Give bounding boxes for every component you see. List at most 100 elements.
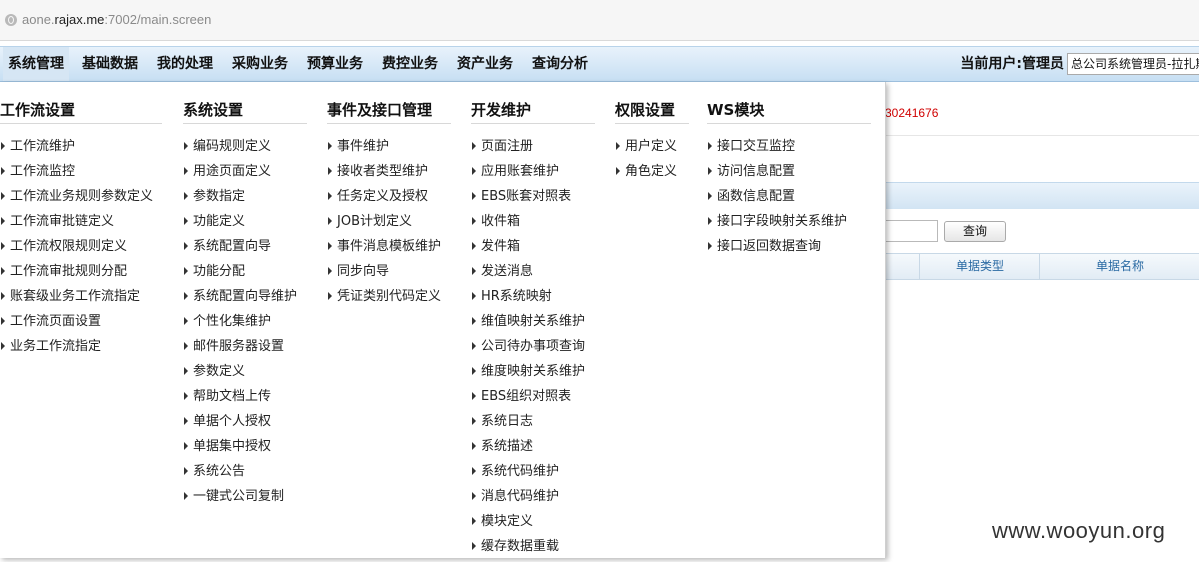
- menu-link[interactable]: 接口返回数据查询: [707, 237, 847, 262]
- caret-right-icon: [708, 242, 712, 250]
- menu-link[interactable]: 接口字段映射关系维护: [707, 212, 847, 237]
- menu-link[interactable]: 参数指定: [183, 187, 297, 212]
- caret-right-icon: [184, 292, 188, 300]
- menu-link[interactable]: 单据个人授权: [183, 412, 297, 437]
- menu-link[interactable]: 工作流审批链定义: [0, 212, 153, 237]
- menu-link[interactable]: 工作流审批规则分配: [0, 262, 153, 287]
- menu-link-label: 公司待办事项查询: [481, 339, 586, 354]
- caret-right-icon: [1, 267, 5, 275]
- menu-link[interactable]: 工作流业务规则参数定义: [0, 187, 153, 212]
- caret-right-icon: [328, 267, 332, 275]
- menu-link[interactable]: 编码规则定义: [183, 137, 297, 162]
- menu-link[interactable]: 系统公告: [183, 462, 297, 487]
- menu-system-management[interactable]: 系统管理: [3, 47, 69, 81]
- caret-right-icon: [472, 242, 476, 250]
- menu-link[interactable]: HR系统映射: [471, 287, 585, 312]
- menu-link[interactable]: 接口交互监控: [707, 137, 847, 162]
- menu-link-label: 消息代码维护: [481, 489, 560, 504]
- menu-link[interactable]: 发件箱: [471, 237, 585, 262]
- url-prefix: aone.: [22, 12, 55, 27]
- menu-link[interactable]: 收件箱: [471, 212, 585, 237]
- menu-link[interactable]: 系统描述: [471, 437, 585, 462]
- menu-link[interactable]: EBS账套对照表: [471, 187, 585, 212]
- menu-link[interactable]: JOB计划定义: [327, 212, 441, 237]
- caret-right-icon: [1, 142, 5, 150]
- caret-right-icon: [328, 167, 332, 175]
- menu-link-label: 接口返回数据查询: [717, 239, 822, 254]
- menu-purchase[interactable]: 采购业务: [232, 47, 288, 81]
- menu-link[interactable]: 功能分配: [183, 262, 297, 287]
- menu-link[interactable]: 系统日志: [471, 412, 585, 437]
- menu-link-label: 单据集中授权: [193, 439, 272, 454]
- menu-link[interactable]: 用途页面定义: [183, 162, 297, 187]
- query-button[interactable]: 查询: [944, 221, 1006, 242]
- caret-right-icon: [328, 242, 332, 250]
- menu-link-label: 事件消息模板维护: [337, 239, 442, 254]
- menu-link[interactable]: 个性化集维护: [183, 312, 297, 337]
- caret-right-icon: [184, 342, 188, 350]
- caret-right-icon: [184, 267, 188, 275]
- menu-link[interactable]: 事件维护: [327, 137, 441, 162]
- menu-link[interactable]: 工作流维护: [0, 137, 153, 162]
- menu-link[interactable]: 工作流页面设置: [0, 312, 153, 337]
- caret-right-icon: [472, 342, 476, 350]
- menu-link[interactable]: 业务工作流指定: [0, 337, 153, 362]
- menu-link[interactable]: 工作流权限规则定义: [0, 237, 153, 262]
- menu-link[interactable]: 公司待办事项查询: [471, 337, 585, 362]
- menu-link[interactable]: EBS组织对照表: [471, 387, 585, 412]
- caret-right-icon: [1, 317, 5, 325]
- menu-query-analysis[interactable]: 查询分析: [532, 47, 588, 81]
- address-bar[interactable]: aone.rajax.me:7002/main.screen: [0, 0, 1199, 41]
- grid-header-doc-type[interactable]: 单据类型: [919, 254, 1040, 279]
- caret-right-icon: [472, 217, 476, 225]
- menu-link[interactable]: 消息代码维护: [471, 487, 585, 512]
- menu-link[interactable]: 同步向导: [327, 262, 441, 287]
- menu-link[interactable]: 功能定义: [183, 212, 297, 237]
- menu-link[interactable]: 凭证类别代码定义: [327, 287, 441, 312]
- query-input[interactable]: [885, 220, 938, 242]
- menu-link[interactable]: 函数信息配置: [707, 187, 847, 212]
- menu-link[interactable]: 单据集中授权: [183, 437, 297, 462]
- menu-link[interactable]: 发送消息: [471, 262, 585, 287]
- menu-link[interactable]: 页面注册: [471, 137, 585, 162]
- menu-link[interactable]: 应用账套维护: [471, 162, 585, 187]
- menu-basic-data[interactable]: 基础数据: [82, 47, 138, 81]
- menu-link[interactable]: 工作流监控: [0, 162, 153, 187]
- menu-expense-control[interactable]: 费控业务: [382, 47, 438, 81]
- menu-link[interactable]: 帮助文档上传: [183, 387, 297, 412]
- menu-link-label: 模块定义: [481, 514, 534, 529]
- menu-link[interactable]: 系统代码维护: [471, 462, 585, 487]
- grid-header-doc-name[interactable]: 单据名称: [1039, 254, 1199, 279]
- column-item-list: 页面注册 应用账套维护 EBS账套对照表 收件箱 发件箱发送消息 HR系统映射 维值映射关系…: [471, 137, 585, 562]
- menu-link[interactable]: 账套级业务工作流指定: [0, 287, 153, 312]
- menu-link[interactable]: 缓存数据重载: [471, 537, 585, 562]
- menu-link-label: 个性化集维护: [193, 314, 272, 329]
- system-management-dropdown: 工作流设置 工作流维护 工作流监控 工作流业务规则参数定义 工作流审批链定义 工作流权限…: [0, 82, 886, 558]
- menu-link[interactable]: 系统配置向导维护: [183, 287, 297, 312]
- menu-link[interactable]: 任务定义及授权: [327, 187, 441, 212]
- menu-link[interactable]: 角色定义: [615, 162, 677, 187]
- menu-link[interactable]: 用户定义: [615, 137, 677, 162]
- menu-link[interactable]: 一键式公司复制: [183, 487, 297, 512]
- menu-my-processing[interactable]: 我的处理: [157, 47, 213, 81]
- menu-link[interactable]: 接收者类型维护: [327, 162, 441, 187]
- menu-link[interactable]: 系统配置向导: [183, 237, 297, 262]
- menu-link-label: 用户定义: [625, 139, 678, 154]
- caret-right-icon: [472, 367, 476, 375]
- menu-link-label: 发送消息: [481, 264, 534, 279]
- menu-link[interactable]: 参数定义: [183, 362, 297, 387]
- url-text[interactable]: aone.rajax.me:7002/main.screen: [22, 12, 211, 27]
- url-suffix: :7002/main.screen: [104, 12, 212, 27]
- menu-link[interactable]: 事件消息模板维护: [327, 237, 441, 262]
- company-role-select[interactable]: 总公司系统管理员-拉扎斯: [1067, 53, 1199, 75]
- red-number-text: 30241676: [885, 106, 939, 120]
- caret-right-icon: [708, 217, 712, 225]
- menu-link-label: 邮件服务器设置: [193, 339, 285, 354]
- menu-link[interactable]: 邮件服务器设置: [183, 337, 297, 362]
- menu-assets[interactable]: 资产业务: [457, 47, 513, 81]
- menu-link[interactable]: 模块定义: [471, 512, 585, 537]
- menu-link[interactable]: 访问信息配置: [707, 162, 847, 187]
- menu-link[interactable]: 维值映射关系维护: [471, 312, 585, 337]
- menu-link[interactable]: 维度映射关系维护: [471, 362, 585, 387]
- menu-budget[interactable]: 预算业务: [307, 47, 363, 81]
